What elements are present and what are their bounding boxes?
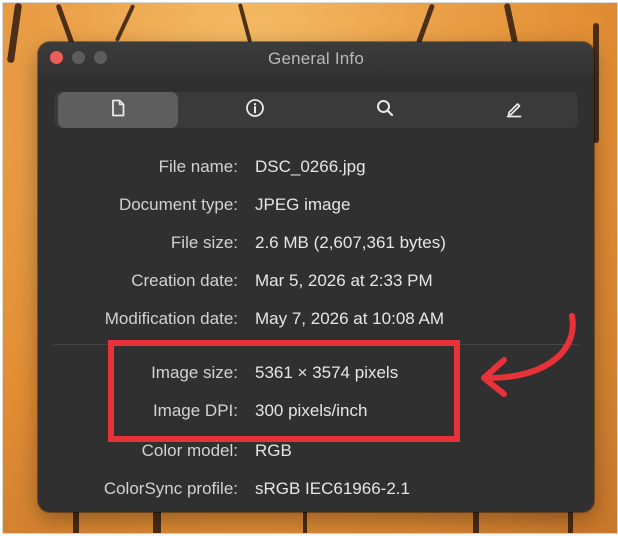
info-row-creation-date: Creation date: Mar 5, 2026 at 2:33 PM xyxy=(38,271,594,295)
section-divider xyxy=(54,344,578,345)
branch-shape xyxy=(237,3,253,43)
document-type-label: Document type: xyxy=(118,195,238,214)
general-info-window: General Info File name: DSC_0266.jpg Doc… xyxy=(38,42,594,512)
info-row-document-type: Document type: JPEG image xyxy=(38,195,594,219)
toolbar xyxy=(54,92,578,128)
tab-search[interactable] xyxy=(325,92,445,128)
search-icon xyxy=(375,98,395,123)
image-dpi-label: Image DPI: xyxy=(152,401,238,420)
tab-more-info[interactable] xyxy=(195,92,315,128)
info-row-image-size: Image size: 5361 × 3574 pixels xyxy=(38,363,594,387)
title-bar[interactable]: General Info xyxy=(38,42,594,74)
creation-date-value: Mar 5, 2026 at 2:33 PM xyxy=(255,271,433,290)
branch-shape xyxy=(6,3,23,64)
modification-date-value: May 7, 2026 at 10:08 AM xyxy=(255,309,445,328)
branch-shape xyxy=(503,3,519,46)
colorsync-profile-value: sRGB IEC61966-2.1 xyxy=(255,479,410,498)
color-model-label: Color model: xyxy=(141,441,238,460)
branch-shape xyxy=(415,3,436,45)
info-row-image-dpi: Image DPI: 300 pixels/inch xyxy=(38,401,594,425)
info-row-file-name: File name: DSC_0266.jpg xyxy=(38,157,594,181)
creation-date-label: Creation date: xyxy=(131,271,238,290)
pencil-icon xyxy=(504,98,524,123)
branch-shape xyxy=(55,3,76,48)
info-row-file-size: File size: 2.6 MB (2,607,361 bytes) xyxy=(38,233,594,257)
image-size-label: Image size: xyxy=(151,363,238,382)
image-size-value: 5361 × 3574 pixels xyxy=(255,363,399,382)
branch-shape xyxy=(114,4,136,42)
window-title: General Info xyxy=(268,49,364,68)
document-type-value: JPEG image xyxy=(255,195,351,214)
file-name-value: DSC_0266.jpg xyxy=(255,157,366,176)
info-row-colorsync-profile: ColorSync profile: sRGB IEC61966-2.1 xyxy=(38,479,594,503)
modification-date-label: Modification date: xyxy=(104,309,238,328)
info-row-color-model: Color model: RGB xyxy=(38,441,594,465)
tab-general-info[interactable] xyxy=(58,92,178,128)
color-model-value: RGB xyxy=(255,441,292,460)
tab-edit[interactable] xyxy=(454,92,574,128)
file-name-label: File name: xyxy=(158,157,238,176)
info-row-modification-date: Modification date: May 7, 2026 at 10:08 … xyxy=(38,309,594,333)
colorsync-profile-label: ColorSync profile: xyxy=(103,479,238,498)
file-size-label: File size: xyxy=(170,233,238,252)
file-size-value: 2.6 MB (2,607,361 bytes) xyxy=(255,233,446,252)
image-dpi-value: 300 pixels/inch xyxy=(255,401,368,420)
document-icon xyxy=(108,98,128,123)
info-icon xyxy=(245,98,265,123)
